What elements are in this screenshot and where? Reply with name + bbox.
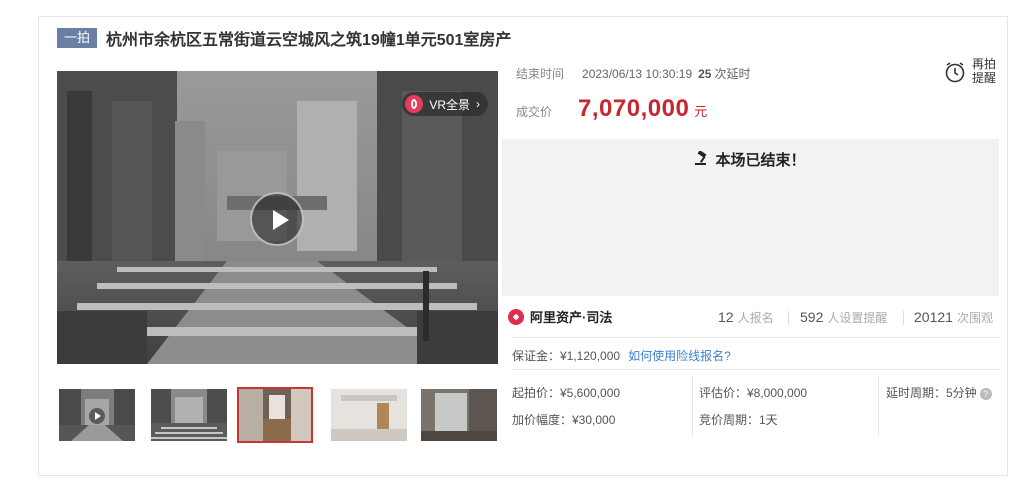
rebid-reminder-text: 再拍 提醒	[972, 57, 996, 85]
how-to-register-link[interactable]: 如何使用险线报名?	[628, 349, 731, 363]
thumbnail-video[interactable]	[59, 389, 135, 441]
auction-card: 一拍 杭州市余杭区五常街道云空城风之筑19幢1单元501室房产 VR全景 › 结…	[38, 16, 1008, 476]
page-title: 杭州市余杭区五常街道云空城风之筑19幢1单元501室房产	[106, 32, 512, 49]
rebid-reminder-line1: 再拍	[972, 57, 997, 71]
thumbnail-image	[151, 389, 227, 441]
play-icon	[89, 408, 105, 424]
end-time-row: 结束时间 2023/06/13 10:30:19 25 次延时	[516, 65, 751, 82]
divider	[692, 376, 693, 436]
extend-count: 25	[698, 67, 712, 81]
extend-label: 次延时	[714, 67, 751, 81]
rebid-reminder-button[interactable]: 再拍 提醒	[944, 57, 1006, 89]
auction-ended-text: 本场已结束！	[715, 152, 806, 169]
auction-terms: 起拍价：¥5,600,000 加价幅度：¥30,000 评估价：¥8,000,0…	[512, 369, 999, 436]
main-photo[interactable]: VR全景 ›	[57, 71, 498, 364]
signup-number: 12	[718, 309, 734, 325]
divider	[512, 337, 999, 338]
alarm-clock-icon	[945, 62, 965, 83]
divider	[788, 311, 789, 325]
reminder-count: 592 人设置提醒	[800, 309, 887, 326]
bid-period: 竞价周期：1天	[699, 413, 778, 427]
deal-price-row: 成交价 7,070,000 元	[516, 95, 707, 123]
reminder-number: 592	[800, 309, 824, 325]
thumbnail-image	[331, 389, 407, 441]
thumbnail-5[interactable]	[421, 389, 497, 441]
signup-count: 12 人报名	[718, 309, 774, 326]
gavel-icon	[695, 151, 707, 165]
thumbnail-image	[421, 389, 497, 441]
rebid-reminder-line2: 提醒	[972, 71, 997, 85]
signup-label: 人报名	[737, 311, 774, 325]
start-price: 起拍价：¥5,600,000	[512, 386, 621, 400]
stats-bar: 阿里资产·司法 12 人报名 592 人设置提醒 20121 次围观	[502, 303, 999, 333]
auction-round-tag: 一拍	[57, 28, 98, 48]
delay-period-text: 延时周期：5分钟	[886, 386, 977, 400]
end-time-value: 2023/06/13 10:30:19	[582, 67, 693, 81]
thumbnail-3[interactable]	[237, 387, 313, 443]
brand: 阿里资产·司法	[508, 307, 612, 326]
auction-ended-banner: 本场已结束！	[502, 139, 999, 296]
vr-label: VR全景	[429, 97, 470, 112]
divider	[878, 376, 879, 436]
reminder-label: 人设置提醒	[827, 311, 888, 325]
divider	[903, 311, 904, 325]
help-icon[interactable]: ?	[979, 388, 992, 400]
view-label: 次围观	[956, 311, 993, 325]
vr-icon	[405, 95, 424, 113]
thumbnail-strip	[57, 387, 498, 443]
deal-price-label: 成交价	[516, 105, 553, 119]
ali-asset-logo-icon	[508, 308, 524, 325]
deal-price-unit: 元	[694, 104, 708, 119]
deal-price: 7,070,000	[578, 95, 690, 122]
chevron-right-icon: ›	[476, 97, 480, 111]
bid-increment: 加价幅度：¥30,000	[512, 413, 616, 427]
delay-period: 延时周期：5分钟?	[886, 384, 992, 401]
view-number: 20121	[914, 309, 953, 325]
thumbnail-4[interactable]	[331, 389, 407, 441]
thumbnail-image	[239, 389, 311, 441]
brand-name: 阿里资产·司法	[530, 310, 613, 325]
deposit-row: 保证金：¥1,120,000 如何使用险线报名?	[512, 347, 731, 364]
end-time-label: 结束时间	[516, 67, 565, 81]
vr-tour-button[interactable]: VR全景 ›	[402, 92, 488, 116]
title-row: 一拍 杭州市余杭区五常街道云空城风之筑19幢1单元501室房产	[57, 27, 511, 49]
play-video-button[interactable]	[250, 192, 304, 246]
thumbnail-2[interactable]	[151, 389, 227, 441]
auction-ended-message: 本场已结束！	[502, 149, 999, 170]
view-count: 20121 次围观	[914, 309, 993, 326]
appraisal-price: 评估价：¥8,000,000	[699, 386, 808, 400]
deposit-amount: 保证金：¥1,120,000	[512, 349, 621, 363]
